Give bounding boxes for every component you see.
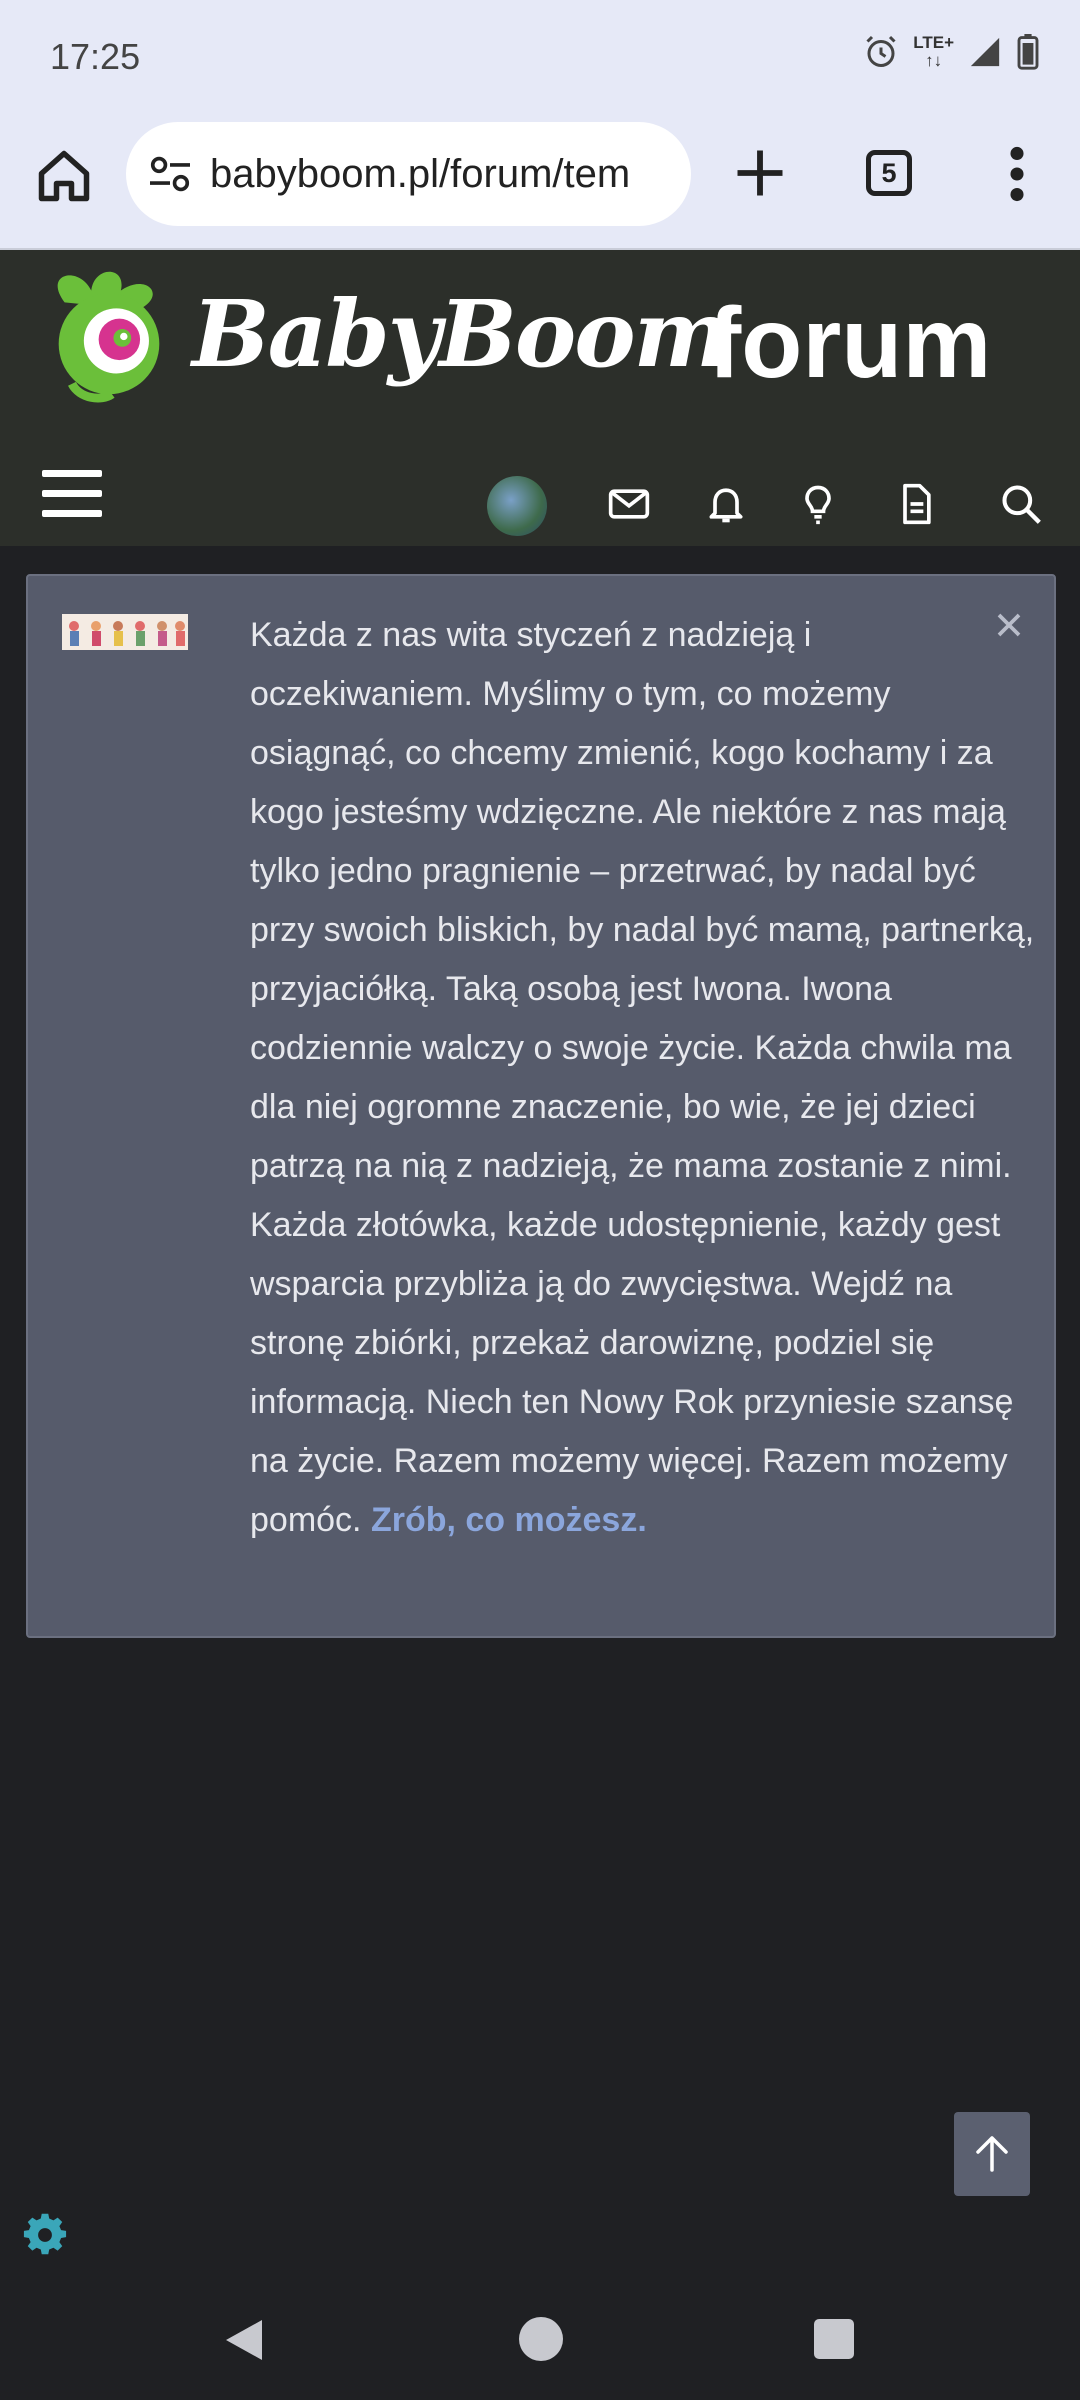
logo-text[interactable]: BabyBoom: [192, 280, 731, 388]
url-text[interactable]: babyboom.pl/forum/tem: [210, 152, 680, 197]
back-icon[interactable]: [222, 2316, 266, 2364]
logo-forum-text[interactable]: forum: [708, 286, 991, 401]
site-settings-icon[interactable]: [148, 154, 192, 194]
new-tab-icon[interactable]: [733, 146, 787, 200]
lightbulb-icon[interactable]: [796, 482, 840, 526]
home-nav-icon[interactable]: [518, 2316, 564, 2362]
status-time: 17:25: [50, 36, 141, 77]
notice-card: Każda z nas wita styczeń z nadzieją i oc…: [26, 574, 1056, 1638]
menu-icon[interactable]: [42, 470, 102, 520]
battery-icon: [1017, 34, 1039, 70]
more-options-icon[interactable]: [1002, 146, 1032, 202]
browser-toolbar: babyboom.pl/forum/tem 5: [0, 116, 1080, 250]
arrow-up-icon: [976, 2136, 1008, 2172]
tab-switcher-button[interactable]: 5: [866, 150, 912, 196]
status-bar: 17:25 LTE+ ↑↓: [0, 0, 1080, 116]
home-icon[interactable]: [34, 146, 94, 206]
site-header: BabyBoom forum: [0, 250, 1080, 546]
system-nav-bar: [0, 2290, 1080, 2400]
status-icons: LTE+ ↑↓: [863, 34, 1040, 70]
donate-link[interactable]: Zrób, co możesz.: [371, 1501, 647, 1539]
alarm-icon: [866, 35, 896, 67]
notice-body: Każda z nas wita styczeń z nadzieją i oc…: [250, 616, 1035, 1539]
avatar[interactable]: [487, 476, 547, 536]
bell-icon[interactable]: [704, 482, 748, 526]
gear-icon[interactable]: [22, 2212, 68, 2258]
document-icon[interactable]: [894, 482, 938, 526]
address-bar[interactable]: babyboom.pl/forum/tem: [126, 122, 691, 226]
forum-nav: [0, 440, 1080, 540]
notice-thumbnail[interactable]: [62, 614, 188, 650]
signal-icon: [970, 37, 1000, 67]
notice-message: Każda z nas wita styczeń z nadzieją i oc…: [250, 606, 1040, 1550]
search-icon[interactable]: [999, 482, 1043, 526]
mail-icon[interactable]: [607, 482, 651, 526]
babyboom-logo-icon[interactable]: [34, 258, 184, 406]
recents-icon[interactable]: [813, 2318, 855, 2360]
network-label: LTE+ ↑↓: [913, 33, 954, 70]
scroll-to-top-button[interactable]: [954, 2112, 1030, 2196]
